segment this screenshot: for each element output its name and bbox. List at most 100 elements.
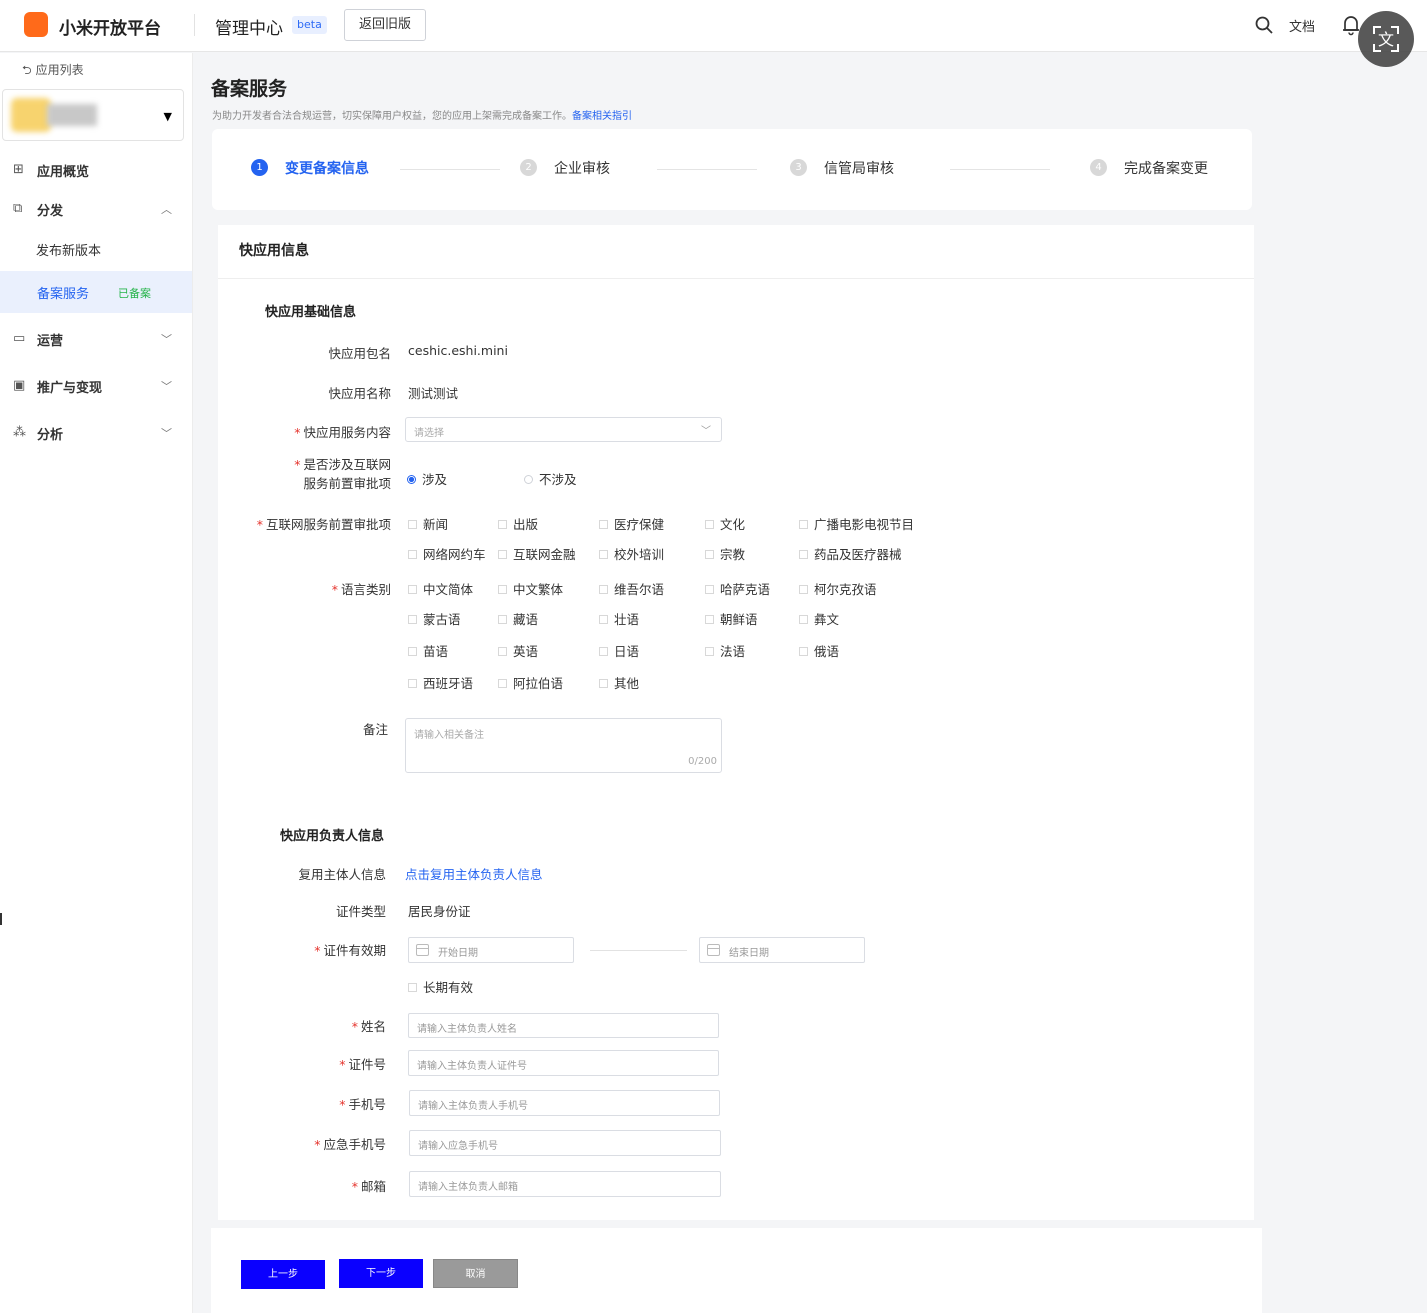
service-content-label-text: 快应用服务内容 (303, 425, 391, 440)
checkbox-option[interactable]: 药品及医疗器械 (799, 544, 902, 563)
checkbox-option[interactable]: 法语 (705, 641, 745, 660)
phone-input[interactable]: 请输入主体负责人手机号 (409, 1090, 720, 1116)
step-number: 2 (520, 159, 537, 176)
reuse-label: 复用主体人信息 (298, 867, 386, 882)
svg-text:文: 文 (1378, 30, 1394, 49)
sidebar-item-operations[interactable]: ▭ 运营 ﹀ (0, 320, 192, 360)
sidebar-item-analysis[interactable]: ⁂ 分析 ﹀ (0, 414, 192, 454)
checkbox-option[interactable]: 维吾尔语 (599, 579, 664, 598)
checkbox-box (498, 520, 507, 529)
checkbox-box (599, 520, 608, 529)
checkbox-option[interactable]: 出版 (498, 514, 538, 533)
checkbox-box (498, 647, 507, 656)
checkbox-label: 日语 (614, 644, 640, 659)
checkbox-box (705, 550, 714, 559)
sidebar-item-label: 备案服务 (37, 287, 90, 302)
translate-button[interactable]: 文 (1358, 11, 1414, 67)
checkbox-option[interactable]: 新闻 (408, 514, 448, 533)
checkbox-box (408, 983, 417, 992)
brand-name[interactable]: 小米开放平台 (59, 14, 161, 39)
id-type-value: 居民身份证 (408, 904, 471, 919)
checkbox-option[interactable]: 网络网约车 (408, 544, 486, 563)
checkbox-option[interactable]: 阿拉伯语 (498, 673, 563, 692)
checkbox-box (705, 585, 714, 594)
sidebar-item-filing-service[interactable]: 备案服务 已备案 (0, 271, 192, 313)
checkbox-option[interactable]: 哈萨克语 (705, 579, 770, 598)
email-input[interactable]: 请输入主体负责人邮箱 (409, 1171, 721, 1197)
sidebar-item-label: 推广与变现 (37, 381, 103, 396)
checkbox-option[interactable]: 宗教 (705, 544, 745, 563)
long-term-checkbox[interactable]: 长期有效 (408, 977, 473, 996)
checkbox-box (498, 679, 507, 688)
step-connector (657, 169, 757, 170)
end-date-picker[interactable]: 结束日期 (699, 937, 865, 963)
service-content-placeholder: 请选择 (414, 428, 444, 439)
checkbox-option[interactable]: 朝鲜语 (705, 609, 758, 628)
checkbox-option[interactable]: 文化 (705, 514, 745, 533)
prev-step-button[interactable]: 上一步 (241, 1260, 325, 1289)
checkbox-option[interactable]: 壮语 (599, 609, 639, 628)
search-icon[interactable] (1254, 15, 1274, 35)
checkbox-option[interactable]: 英语 (498, 641, 538, 660)
checkbox-option[interactable]: 苗语 (408, 641, 448, 660)
checkbox-option[interactable]: 俄语 (799, 641, 839, 660)
date-range-separator (590, 950, 687, 951)
top-bar: 小米开放平台 管理中心 beta 返回旧版 文档 文 (0, 0, 1427, 67)
emergency-phone-input[interactable]: 请输入应急手机号 (409, 1130, 721, 1156)
app-name-value: 测试测试 (408, 386, 459, 401)
fullname-label-text: 姓名 (360, 1019, 386, 1034)
required-mark: * (314, 1137, 321, 1152)
sidebar-item-label: 发布新版本 (36, 244, 102, 259)
promotion-icon: ▣ (13, 378, 26, 393)
checkbox-option[interactable]: 中文繁体 (498, 579, 563, 598)
back-to-app-list[interactable]: ⮌ 应用列表 (22, 61, 84, 82)
checkbox-box (705, 647, 714, 656)
reuse-owner-link[interactable]: 点击复用主体负责人信息 (405, 864, 543, 883)
service-content-select[interactable]: 请选择 ﹀ (405, 417, 722, 442)
radio-dot (407, 475, 416, 484)
calendar-icon (707, 944, 720, 956)
start-date-picker[interactable]: 开始日期 (408, 937, 574, 963)
emergency-phone-placeholder: 请输入应急手机号 (418, 1141, 498, 1152)
old-version-button[interactable]: 返回旧版 (344, 9, 426, 41)
cancel-button[interactable]: 取消 (433, 1259, 518, 1288)
sidebar-item-promotion[interactable]: ▣ 推广与变现 ﹀ (0, 367, 192, 407)
sidebar-item-publish-version[interactable]: 发布新版本 (0, 228, 192, 270)
brand-logo[interactable] (24, 12, 48, 37)
checkbox-option[interactable]: 校外培训 (599, 544, 664, 563)
email-label-text: 邮箱 (360, 1179, 386, 1194)
package-name-value: ceshic.eshi.mini (408, 343, 508, 358)
id-validity-label-text: 证件有效期 (323, 943, 386, 958)
filing-guide-link[interactable]: 备案相关指引 (572, 111, 632, 122)
fullname-input[interactable]: 请输入主体负责人姓名 (408, 1013, 719, 1038)
app-selector[interactable]: ▼ (2, 89, 184, 141)
checkbox-option[interactable]: 彝文 (799, 609, 839, 628)
radio-not-involve[interactable]: 不涉及 (524, 469, 577, 488)
checkbox-option[interactable]: 蒙古语 (408, 609, 461, 628)
remark-textarea[interactable]: 请输入相关备注 0/200 (405, 718, 722, 773)
checkbox-option[interactable]: 中文简体 (408, 579, 473, 598)
fullname-label: * 姓名 (352, 1016, 386, 1035)
sidebar-item-distribution[interactable]: ⧉ 分发 ︿ (0, 190, 192, 230)
required-mark: * (331, 582, 338, 597)
checkbox-option[interactable]: 医疗保健 (599, 514, 664, 533)
sidebar-item-overview[interactable]: ⊞ 应用概览 (0, 151, 192, 191)
checkbox-option[interactable]: 日语 (599, 641, 639, 660)
checkbox-option[interactable]: 其他 (599, 673, 639, 692)
checkbox-label: 蒙古语 (423, 612, 461, 627)
checkbox-box (599, 679, 608, 688)
checkbox-option[interactable]: 藏语 (498, 609, 538, 628)
checkbox-option[interactable]: 柯尔克孜语 (799, 579, 877, 598)
id-number-input[interactable]: 请输入主体负责人证件号 (408, 1050, 719, 1076)
docs-link[interactable]: 文档 (1289, 16, 1315, 35)
checkbox-option[interactable]: 互联网金融 (498, 544, 576, 563)
analysis-icon: ⁂ (13, 425, 26, 440)
step-label: 信管局审核 (824, 161, 894, 177)
checkbox-option[interactable]: 西班牙语 (408, 673, 473, 692)
step-number: 4 (1090, 159, 1107, 176)
radio-involve[interactable]: 涉及 (407, 469, 447, 488)
checkbox-option[interactable]: 广播电影电视节目 (799, 514, 914, 533)
checkbox-label: 校外培训 (614, 547, 665, 562)
caret-down-icon: ▼ (163, 110, 172, 123)
next-step-button[interactable]: 下一步 (339, 1259, 423, 1288)
